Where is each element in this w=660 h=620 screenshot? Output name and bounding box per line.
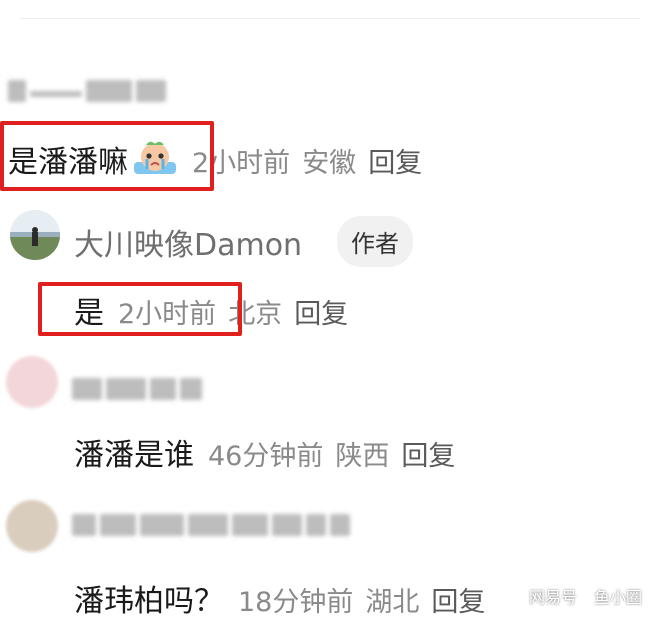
reply-button[interactable]: 回复 — [401, 434, 455, 473]
blurred-username — [72, 378, 202, 400]
avatar[interactable] — [6, 356, 58, 408]
author-name[interactable]: 大川映像Damon — [74, 220, 302, 264]
comment-row: 潘潘是谁 46分钟前 陕西 回复 — [74, 430, 455, 474]
watermark-source: 网易号 — [528, 588, 577, 607]
highlight-box — [0, 121, 214, 191]
top-divider — [20, 18, 640, 19]
reply-button[interactable]: 回复 — [368, 141, 422, 180]
comment-row: 潘玮柏吗？ 18分钟前 湖北 回复 — [74, 576, 485, 620]
blurred-username — [72, 514, 350, 536]
watermark-divider — [584, 588, 586, 604]
watermark-author: 鱼小圈 — [593, 588, 642, 607]
reply-button[interactable]: 回复 — [431, 580, 485, 619]
comment-time: 46分钟前 — [208, 441, 324, 472]
comment-time: 18分钟前 — [238, 587, 354, 618]
avatar[interactable] — [10, 210, 60, 260]
comment-text: 潘玮柏吗？ — [74, 584, 224, 619]
comment-location: 陕西 — [335, 441, 390, 472]
blurred-username — [8, 80, 166, 102]
reply-button[interactable]: 回复 — [294, 292, 348, 331]
comment-location: 安徽 — [302, 148, 357, 179]
comment-location: 湖北 — [365, 587, 420, 618]
highlight-box — [38, 282, 242, 336]
comment-text: 潘潘是谁 — [74, 438, 194, 473]
avatar[interactable] — [6, 500, 58, 552]
author-badge: 作者 — [337, 216, 413, 267]
watermark: 网易号 鱼小圈 — [529, 584, 642, 608]
